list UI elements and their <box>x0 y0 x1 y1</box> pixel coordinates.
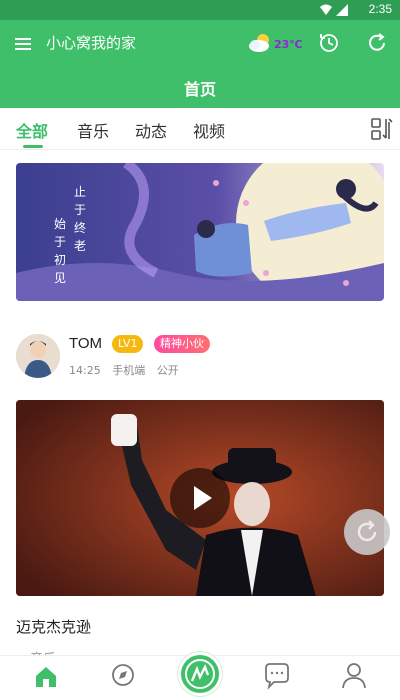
refresh-icon <box>357 520 377 542</box>
video-player[interactable] <box>16 400 384 596</box>
temperature: 23℃ <box>274 38 303 51</box>
level-badge: LV1 <box>112 335 144 353</box>
chat-icon[interactable] <box>257 660 297 694</box>
tab-video[interactable]: 视频 <box>193 118 225 142</box>
post-visibility: 公开 <box>156 364 179 377</box>
bottom-nav <box>0 652 400 700</box>
refresh-icon[interactable] <box>366 32 388 54</box>
play-icon <box>194 486 212 510</box>
wifi-icon <box>320 4 332 15</box>
status-time: 2:35 <box>368 2 392 16</box>
page-title: 首页 <box>183 80 216 99</box>
center-publish-button[interactable] <box>178 652 222 696</box>
post-snippet: 音乐 <box>30 648 56 655</box>
menu-icon[interactable] <box>14 35 32 53</box>
title-badge: 精神小伙 <box>154 335 210 353</box>
status-icons <box>320 4 348 16</box>
category-tabs: 全部 音乐 动态 视频 <box>0 108 400 150</box>
home-icon[interactable] <box>26 660 66 694</box>
feed[interactable]: 止于终老 始于初见 TOM LV1 精神小伙 14:25 手机端 公开 迈克杰克… <box>0 150 400 655</box>
user-name[interactable]: TOM <box>69 335 102 352</box>
tab-active-indicator <box>23 145 43 148</box>
compass-icon[interactable] <box>103 660 143 694</box>
signal-icon <box>336 4 348 16</box>
banner[interactable]: 止于终老 始于初见 <box>16 163 384 301</box>
post-device: 手机端 <box>112 364 146 377</box>
cloud-sun-icon <box>249 34 269 52</box>
floating-refresh-button[interactable] <box>344 509 390 555</box>
post-title[interactable]: 迈克杰克逊 <box>16 616 91 637</box>
app-bar: 小心窝我的家 23℃ 首页 <box>0 20 400 108</box>
tab-moments[interactable]: 动态 <box>135 118 167 142</box>
post-header: TOM LV1 精神小伙 14:25 手机端 公开 <box>16 334 384 380</box>
tab-all[interactable]: 全部 <box>16 118 48 142</box>
status-bar: 2:35 <box>0 0 400 20</box>
post-meta: 14:25 手机端 公开 <box>69 362 187 378</box>
tab-music[interactable]: 音乐 <box>77 118 109 142</box>
post-time: 14:25 <box>69 364 101 377</box>
home-name: 小心窝我的家 <box>46 34 137 52</box>
banner-text-left: 始于初见 <box>54 217 67 285</box>
play-button[interactable] <box>170 468 230 528</box>
avatar[interactable] <box>16 334 60 378</box>
banner-illustration <box>16 163 384 301</box>
person-icon[interactable] <box>334 660 374 694</box>
center-logo-icon <box>185 659 215 689</box>
sort-icon[interactable] <box>371 117 393 141</box>
banner-text-right: 止于终老 <box>74 185 87 253</box>
history-icon[interactable] <box>318 32 340 54</box>
